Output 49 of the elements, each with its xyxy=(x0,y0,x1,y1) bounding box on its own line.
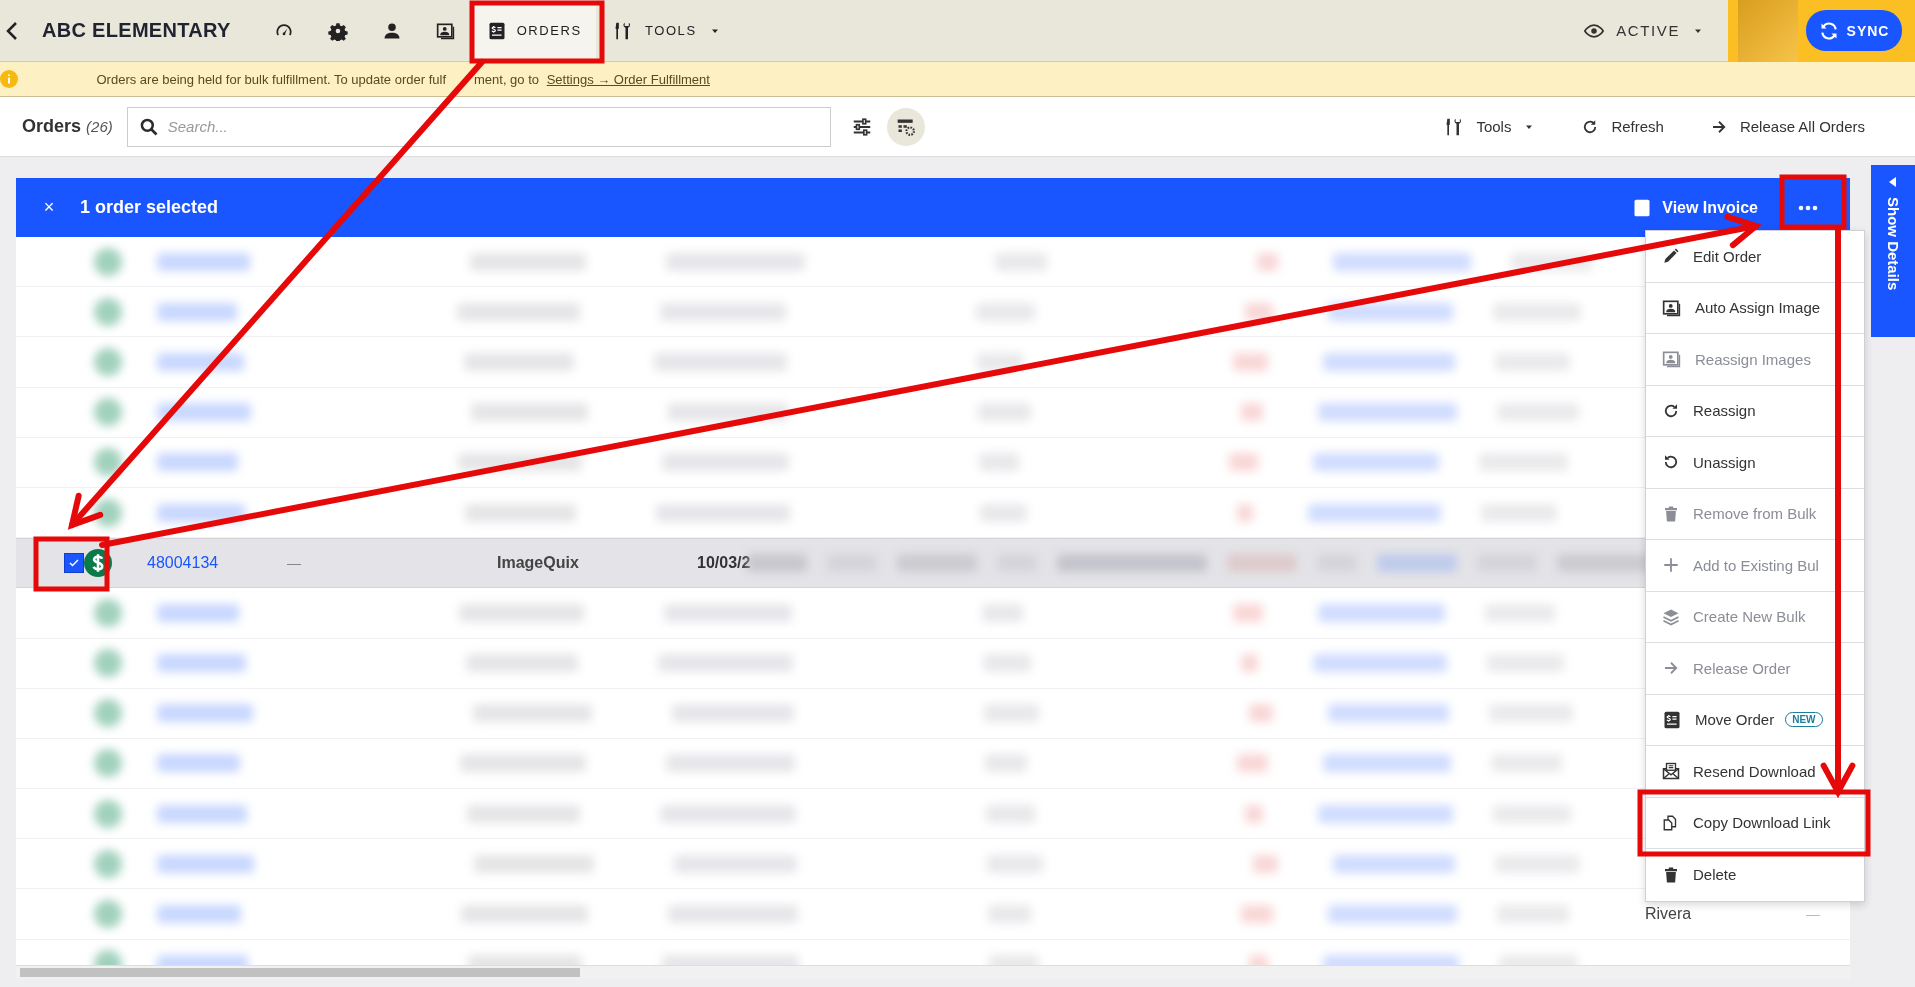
view-invoice-button[interactable]: View Invoice xyxy=(1626,196,1764,219)
menu-item[interactable]: Auto Assign Image xyxy=(1646,282,1864,334)
info-icon xyxy=(0,70,18,88)
table-cell-text: ImageQuix xyxy=(497,554,580,573)
envelope-icon xyxy=(1662,762,1680,781)
row-checkbox[interactable] xyxy=(64,553,84,574)
nav-tab[interactable]: TOOLS xyxy=(595,0,738,62)
photos-icon xyxy=(1662,349,1682,370)
tools-dropdown[interactable]: Tools xyxy=(1438,115,1542,138)
accent-block xyxy=(1738,0,1798,62)
menu-item[interactable]: Move Order NEW xyxy=(1646,694,1864,746)
pencil-icon xyxy=(1662,247,1680,266)
selection-count: 1 order selected xyxy=(80,197,219,218)
release-all-button[interactable]: Release All Orders xyxy=(1703,116,1871,137)
settings-icon xyxy=(327,20,348,41)
trash-icon xyxy=(1662,865,1680,884)
menu-item[interactable]: Copy Download Link xyxy=(1646,797,1864,849)
caret-icon xyxy=(1889,177,1897,187)
sync-button[interactable]: SYNC xyxy=(1806,10,1902,51)
table-cell: — xyxy=(1806,906,1820,923)
checkmark-icon xyxy=(68,557,80,570)
banner-text: ment, go to Settings → Order Fulfillment xyxy=(474,71,710,87)
search-icon xyxy=(138,116,159,137)
back-icon[interactable] xyxy=(6,20,18,41)
menu-item[interactable]: Unassign xyxy=(1646,437,1864,489)
layers-icon xyxy=(1662,607,1680,626)
close-button[interactable]: × xyxy=(40,197,58,218)
orders-title: Orders (26) xyxy=(22,116,113,137)
menu-item[interactable]: Reassign xyxy=(1646,385,1864,437)
highlight-box xyxy=(1779,174,1847,230)
settings-link[interactable]: Settings → Order Fulfillment xyxy=(546,71,710,87)
menu-item[interactable]: Edit Order xyxy=(1646,231,1864,283)
status-dropdown[interactable]: ACTIVE xyxy=(1578,19,1710,42)
search-field[interactable]: Search... xyxy=(126,106,831,147)
trash-icon xyxy=(1662,504,1680,523)
school-title: ABC ELEMENTARY xyxy=(42,19,231,42)
refresh-button[interactable]: Refresh xyxy=(1575,116,1670,137)
plus-icon xyxy=(1662,556,1680,575)
show-details-tab[interactable]: Show Details xyxy=(1871,165,1915,337)
menu-item[interactable]: Delete xyxy=(1646,849,1864,901)
tools-icon xyxy=(612,20,633,41)
banner-text: Orders are being held for bulk fulfillment. To update order fulf xyxy=(96,71,446,87)
dollar-icon xyxy=(84,549,112,578)
table-cell-text: — xyxy=(287,555,302,572)
table-settings-button[interactable] xyxy=(886,107,925,146)
table-cell-text: 10/03/2 xyxy=(697,554,752,573)
order-number-link[interactable]: 48004134 xyxy=(147,554,287,573)
sync-icon xyxy=(1818,20,1839,41)
table-cell: Rivera xyxy=(1645,905,1692,924)
